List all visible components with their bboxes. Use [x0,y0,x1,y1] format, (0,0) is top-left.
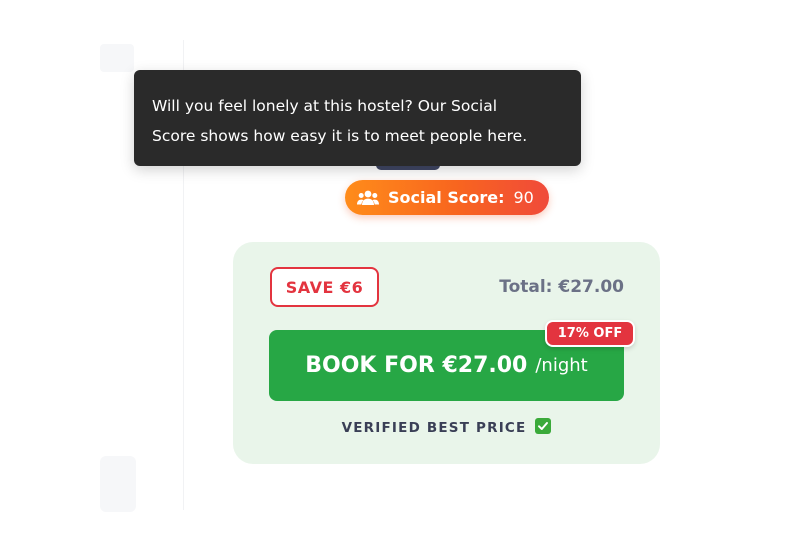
social-score-tooltip: Will you feel lonely at this hostel? Our… [134,70,581,166]
tooltip-text-line-2: Score shows how easy it is to meet peopl… [152,127,528,145]
tooltip-text-line-1: Will you feel lonely at this hostel? Our… [152,97,498,115]
verified-best-price-label: VERIFIED BEST PRICE [341,420,527,436]
background-placeholder-top [100,44,134,72]
social-score-value: 90 [513,188,534,207]
save-badge: SAVE €6 [270,267,379,307]
booking-card: SAVE €6 Total: €27.00 BOOK FOR €27.00 /n… [233,242,660,464]
check-mark-icon [535,418,552,434]
total-price: Total: €27.00 [499,277,624,297]
hostel-booking-widget: Will you feel lonely at this hostel? Our… [0,0,800,534]
book-button-label: BOOK FOR €27.00 [305,353,528,378]
background-placeholder-bottom [100,456,136,512]
book-button-unit: /night [535,355,588,376]
discount-badge: 17% OFF [545,320,635,347]
people-group-icon [357,189,379,207]
social-score-badge[interactable]: Social Score: 90 [345,180,549,215]
social-score-label: Social Score: [388,188,505,207]
verified-best-price: VERIFIED BEST PRICE [233,418,660,436]
